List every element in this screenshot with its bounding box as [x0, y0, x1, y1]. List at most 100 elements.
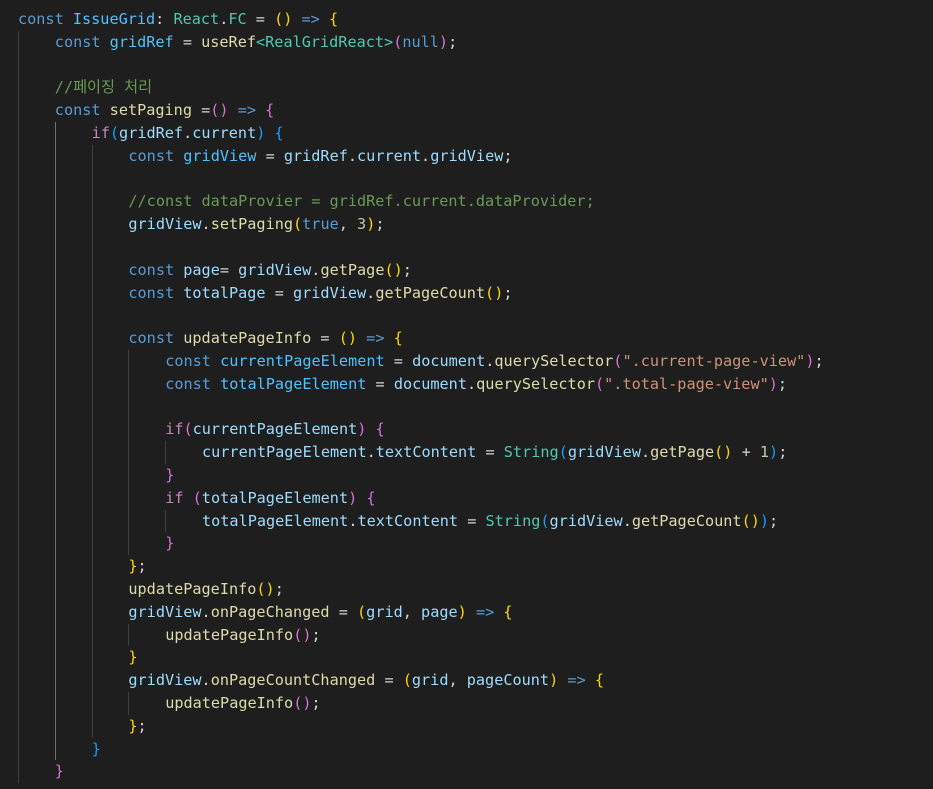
indent-guide [54, 395, 56, 419]
code-token-plain: = [191, 101, 211, 120]
code-line[interactable]: gridView.onPageChanged = (grid, page) =>… [128, 601, 512, 624]
indent-guide [54, 486, 56, 510]
code-line[interactable]: updatePageInfo(); [165, 624, 320, 647]
code-line[interactable]: } [128, 646, 137, 669]
indent-guide [91, 281, 93, 305]
code-token-plain: ; [137, 557, 147, 576]
code-line[interactable]: const gridView = gridRef.current.gridVie… [128, 145, 512, 168]
code-token-keyword: const [128, 329, 175, 348]
indent-guide [54, 555, 56, 578]
code-line[interactable]: totalPageElement. textContent = String(gr… [202, 510, 778, 533]
code-line[interactable]: const currentPageElement = document.quer… [165, 350, 823, 373]
code-line[interactable]: //const dataProvier = gridRef.current.da… [128, 190, 594, 213]
code-line[interactable]: const gridRef = useRef<RealGridReact>(nu… [55, 31, 457, 54]
code-token-bracket2: ) [438, 32, 449, 51]
code-line[interactable]: const page= gridView.getPage(); [128, 259, 412, 282]
code-line[interactable]: if(currentPageElement) { [165, 418, 385, 441]
indent-guide [128, 692, 130, 715]
code-line[interactable]: } [165, 532, 174, 555]
code-token-plain: ; [402, 260, 412, 279]
code-token-function: setPaging [109, 101, 192, 120]
indent-guide [91, 600, 93, 624]
code-line[interactable]: //페이징 처리 [55, 76, 152, 99]
indent-guide [18, 281, 19, 305]
code-token-bracket2: } [165, 466, 175, 484]
code-token-plain: = [375, 671, 403, 690]
code-token-plain: ; [777, 374, 788, 393]
indent-guide [91, 167, 93, 191]
code-token-function: updatePageInfo [165, 694, 294, 712]
indent-guide [54, 509, 56, 533]
code-token-bracket1: () [338, 329, 358, 348]
code-token-keyword: const [54, 101, 101, 120]
code-token-bracket1: () [274, 10, 293, 28]
code-line[interactable]: if(gridRef.current) { [92, 122, 284, 145]
code-token-plain: . [421, 146, 431, 165]
indent-guide [54, 236, 56, 259]
code-line[interactable]: }; [128, 555, 146, 578]
code-token-variable: gridView [128, 671, 202, 690]
code-line[interactable]: const setPaging =() => { [55, 99, 275, 122]
indent-guide [128, 395, 130, 419]
code-token-plain: = [219, 260, 239, 279]
code-token-constant: currentPageElement [220, 352, 385, 370]
code-line[interactable]: updatePageInfo(); [128, 578, 283, 601]
code-line[interactable]: const updatePageInfo = () => { [128, 327, 402, 350]
indent-guide [18, 122, 19, 145]
code-editor[interactable]: const IssueGrid: React.FC = () => {const… [0, 0, 933, 789]
code-token-control: if [91, 124, 110, 142]
code-line[interactable]: } [165, 464, 174, 487]
indent-guide [18, 99, 19, 122]
code-token-comment: //페이징 처리 [54, 78, 153, 97]
code-token-function: onPageChanged [210, 602, 330, 621]
indent-guide [18, 486, 19, 510]
indent-guide [54, 258, 56, 282]
indent-guide [18, 578, 19, 601]
code-line[interactable]: } [55, 760, 64, 783]
code-token-function: querySelector [476, 374, 595, 393]
indent-guide [54, 714, 56, 738]
code-token-keyword: const [128, 260, 175, 279]
code-token-bracket1: ( [402, 671, 412, 690]
code-token-variable: current [192, 124, 257, 142]
code-line[interactable]: gridView.onPageCountChanged = (grid, pag… [128, 669, 604, 692]
indent-guide [54, 213, 56, 236]
indent-guide [54, 692, 56, 715]
code-token-plain: ; [503, 283, 513, 302]
code-token-bracket1: } [128, 716, 138, 735]
indent-guide [18, 167, 19, 191]
indent-guide [91, 395, 93, 419]
code-token-plain: . [201, 671, 211, 690]
code-line[interactable]: const totalPage = gridView.getPageCount(… [128, 282, 512, 305]
code-token-plain: = [476, 443, 504, 462]
code-token-variable: gridView [430, 146, 504, 165]
indent-guide [91, 418, 93, 442]
code-token-type: > [384, 32, 394, 51]
indent-guide [91, 646, 93, 670]
code-token-type: String [503, 443, 559, 462]
code-line[interactable]: } [92, 738, 101, 761]
code-token-variable: gridView [567, 443, 641, 462]
code-line[interactable]: const totalPageElement = document.queryS… [165, 373, 787, 396]
code-line[interactable]: currentPageElement.textContent = String(… [202, 441, 787, 464]
code-line[interactable]: if (totalPageElement) { [165, 487, 375, 510]
indent-guide [18, 600, 19, 624]
code-token-bracket1: { [594, 671, 604, 690]
code-line[interactable]: gridView.setPaging(true, 3); [128, 213, 384, 236]
code-line[interactable]: const IssueGrid: React.FC = () => { [18, 8, 338, 31]
code-line[interactable]: updatePageInfo(); [165, 692, 320, 715]
code-line[interactable]: }; [128, 715, 146, 738]
code-token-constant: totalPageElement [220, 374, 367, 393]
indent-guide [128, 509, 130, 533]
indent-guide [18, 669, 19, 692]
code-token-keyword: const [128, 283, 175, 302]
code-token-plain: ; [375, 215, 385, 234]
code-token-keyword: => [301, 10, 320, 28]
code-token-comment: //const dataProvier = gridRef.current.da… [128, 192, 595, 211]
code-token-keyword: const [165, 352, 211, 370]
code-token-keyword: => [475, 602, 495, 621]
